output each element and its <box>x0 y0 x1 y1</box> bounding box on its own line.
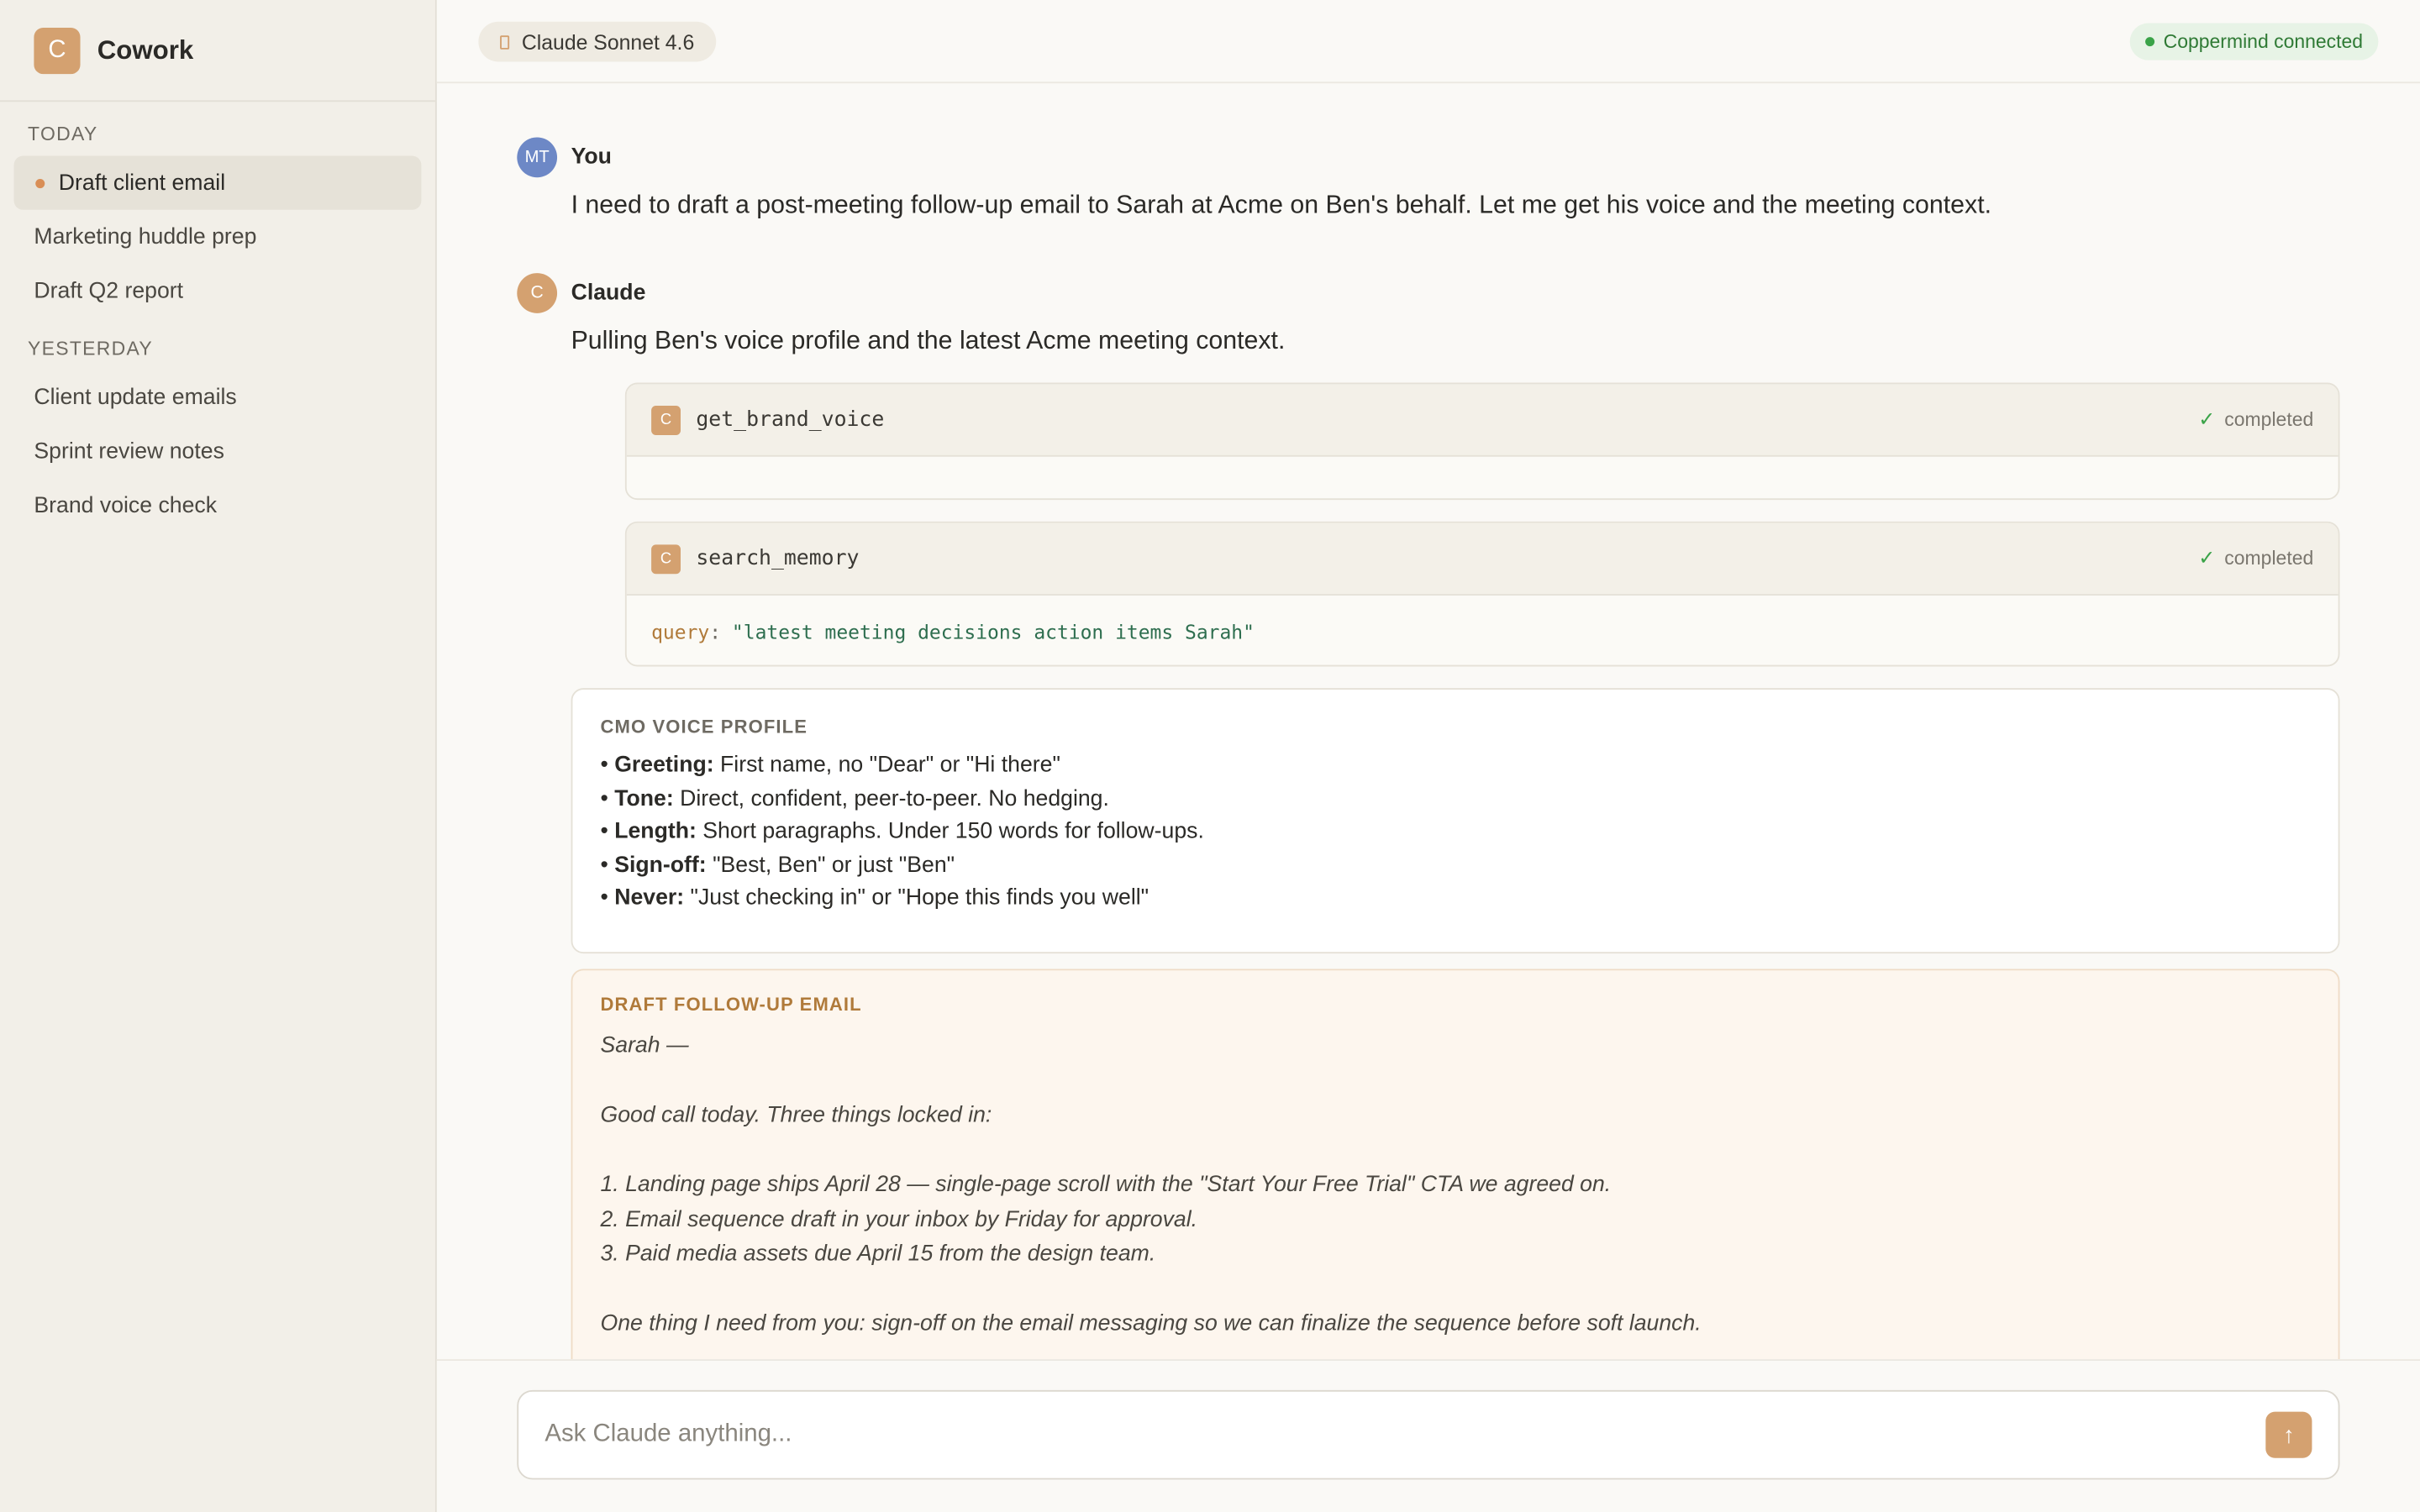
voice-profile-item: • Length: Short paragraphs. Under 150 wo… <box>600 819 1204 844</box>
draft-email-line: 1. Landing page ships April 28 — single-… <box>600 1172 1612 1198</box>
voice-profile-item-label: Never: <box>614 885 685 911</box>
voice-profile-item: • Tone: Direct, confident, peer-to-peer.… <box>600 785 1109 811</box>
tool-status-label: completed <box>2224 548 2314 570</box>
connection-status-badge: Coppermind connected <box>2129 23 2379 60</box>
voice-profile-item-text: First name, no "Dear" or "Hi there" <box>720 753 1060 778</box>
tool-icon: C <box>651 543 681 574</box>
tool-name: get_brand_voice <box>696 407 885 433</box>
tool-status-label: completed <box>2224 408 2314 431</box>
sidebar-item-draft-q2-report[interactable]: Draft Q2 report <box>14 264 422 318</box>
composer-bar: ↑ <box>436 1359 2420 1512</box>
top-bar: Claude Sonnet 4.6 Coppermind connected <box>436 0 2420 84</box>
sidebar-item-label: Client update emails <box>34 385 237 410</box>
send-button[interactable]: ↑ <box>2265 1411 2312 1458</box>
draft-email-line: One thing I need from you: sign-off on t… <box>600 1311 1702 1336</box>
draft-email-line <box>600 1272 2310 1306</box>
brand-name: Cowork <box>97 34 194 65</box>
sidebar-item-draft-client-email[interactable]: Draft client email <box>13 155 422 210</box>
claude-sender-name: Claude <box>571 281 646 306</box>
sidebar-item-client-update-emails[interactable]: Client update emails <box>14 370 422 424</box>
voice-profile-item-text: "Just checking in" or "Hope this finds y… <box>690 885 1150 911</box>
model-icon <box>500 34 510 49</box>
sidebar-item-label: Brand voice check <box>34 492 218 518</box>
tool-status: ✓ completed <box>2198 546 2313 570</box>
draft-email-line <box>600 1063 2310 1098</box>
voice-profile-item-label: Length: <box>614 819 697 844</box>
voice-profile-title: CMO VOICE PROFILE <box>600 716 808 738</box>
voice-profile-item-label: Greeting: <box>614 753 714 778</box>
arrow-up-icon: ↑ <box>2282 1421 2295 1448</box>
sidebar-item-label: Marketing huddle prep <box>34 224 257 249</box>
chat-thread: MT You I need to draft a post-meeting fo… <box>437 83 2420 1360</box>
voice-profile-item-text: Short paragraphs. Under 150 words for fo… <box>702 819 1204 844</box>
model-selector[interactable]: Claude Sonnet 4.6 <box>478 21 716 62</box>
check-icon: ✓ <box>2198 546 2216 570</box>
voice-profile-item-text: Direct, confident, peer-to-peer. No hedg… <box>680 785 1109 811</box>
app-window: C Cowork TODAY Draft client email Market… <box>0 0 2420 1512</box>
draft-email-title: DRAFT FOLLOW-UP EMAIL <box>600 993 862 1016</box>
claude-avatar: C <box>517 273 558 313</box>
tool-param-value: "latest meeting decisions action items S… <box>731 619 1255 643</box>
active-indicator-dot-icon <box>35 178 45 188</box>
draft-email-card: DRAFT FOLLOW-UP EMAIL Sarah — Good call … <box>571 969 2340 1360</box>
check-icon: ✓ <box>2198 407 2216 431</box>
brand-logo: C <box>34 27 81 74</box>
draft-email-line <box>600 1133 2310 1168</box>
voice-profile-item-label: Sign-off: <box>614 852 707 878</box>
tool-status: ✓ completed <box>2198 407 2313 432</box>
model-label: Claude Sonnet 4.6 <box>521 29 695 54</box>
voice-profile-item: • Greeting: First name, no "Dear" or "Hi… <box>600 753 1060 778</box>
composer-box: ↑ <box>517 1389 2340 1480</box>
voice-profile-card: CMO VOICE PROFILE • Greeting: First name… <box>571 688 2340 954</box>
voice-profile-item-label: Tone: <box>614 785 674 811</box>
tool-call-search-memory[interactable]: C search_memory ✓ completed query : "lat… <box>624 521 2340 667</box>
draft-email-line: 3. Paid media assets due April 15 from t… <box>600 1242 1156 1267</box>
tool-call-body <box>627 457 2338 499</box>
section-label-yesterday: YESTERDAY <box>28 338 154 360</box>
tool-call-body: query : "latest meeting decisions action… <box>627 596 2338 665</box>
sidebar-item-label: Draft client email <box>58 170 226 196</box>
voice-profile-item-text: "Best, Ben" or just "Ben" <box>713 852 955 878</box>
sidebar-item-marketing-huddle-prep[interactable]: Marketing huddle prep <box>14 210 422 264</box>
sidebar-item-label: Sprint review notes <box>34 438 224 464</box>
status-dot-icon <box>2144 37 2154 47</box>
user-message: I need to draft a post-meeting follow-up… <box>571 191 1992 219</box>
draft-email-line: Good call today. Three things locked in: <box>600 1103 992 1128</box>
tool-param-key: query <box>651 619 710 643</box>
sidebar-item-label: Draft Q2 report <box>34 278 184 303</box>
user-avatar: MT <box>517 137 558 178</box>
draft-email-line: Sarah — <box>600 1033 689 1059</box>
sidebar-item-brand-voice-check[interactable]: Brand voice check <box>14 478 422 532</box>
tool-icon: C <box>651 405 681 435</box>
claude-message: Pulling Ben's voice profile and the late… <box>571 327 1286 355</box>
sidebar-item-sprint-review-notes[interactable]: Sprint review notes <box>14 424 422 478</box>
section-label-today: TODAY <box>28 123 98 145</box>
tool-call-header[interactable]: C get_brand_voice ✓ completed <box>626 384 2338 457</box>
voice-profile-item: • Sign-off: "Best, Ben" or just "Ben" <box>600 852 955 878</box>
connection-status-text: Coppermind connected <box>2163 30 2364 53</box>
user-sender-name: You <box>571 144 612 171</box>
draft-email-line: 2. Email sequence draft in your inbox by… <box>600 1207 1198 1232</box>
sidebar: C Cowork TODAY Draft client email Market… <box>0 0 437 1512</box>
tool-call-header[interactable]: C search_memory ✓ completed <box>626 522 2338 596</box>
brand-header: C Cowork <box>0 0 435 102</box>
tool-call-get-brand-voice[interactable]: C get_brand_voice ✓ completed <box>624 382 2340 501</box>
voice-profile-item: • Never: "Just checking in" or "Hope thi… <box>600 885 1150 911</box>
tool-name: search_memory <box>696 546 860 571</box>
tool-param-separator: : <box>709 619 722 643</box>
chat-input[interactable] <box>544 1391 2243 1478</box>
